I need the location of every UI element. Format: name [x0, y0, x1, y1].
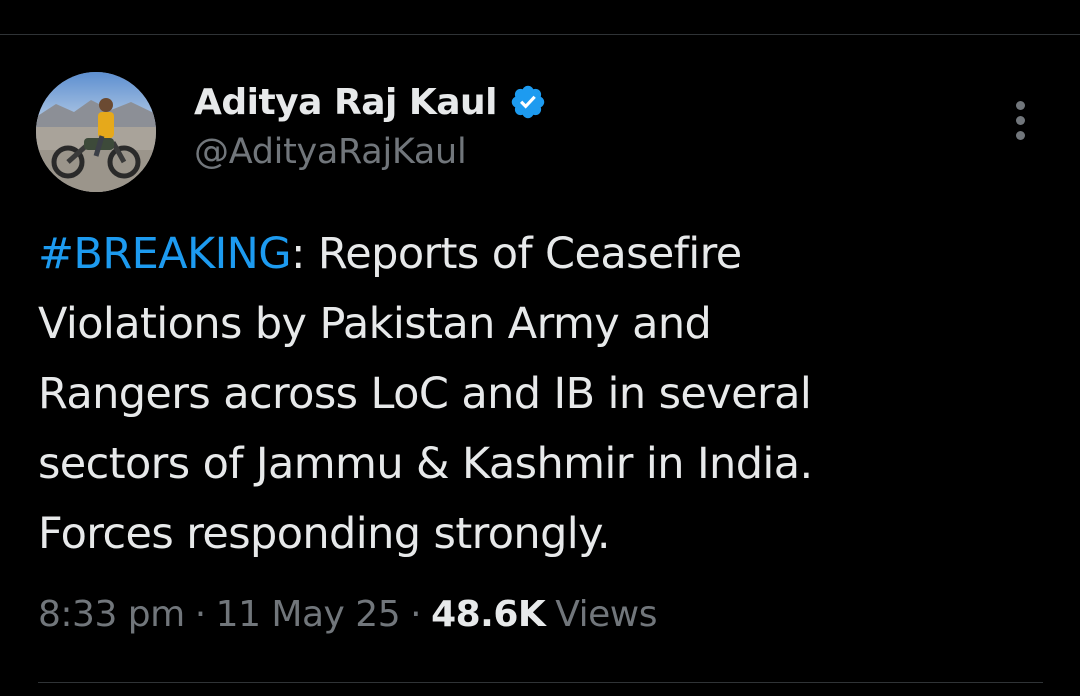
- tweet-text: #BREAKING: Reports of Ceasefire Violatio…: [38, 219, 1048, 569]
- more-options-button[interactable]: [1004, 96, 1036, 144]
- top-divider: [0, 34, 1080, 35]
- more-vertical-icon: [1015, 100, 1025, 110]
- tweet-line: Violations by Pakistan Army and: [38, 299, 712, 349]
- avatar-photo-icon: [36, 72, 156, 192]
- author-name-row: Aditya Raj Kaul: [194, 74, 547, 130]
- tweet-time[interactable]: 8:33 pm: [38, 594, 185, 635]
- bottom-divider: [38, 682, 1043, 683]
- tweet-line: sectors of Jammu & Kashmir in India.: [38, 439, 813, 489]
- tweet-date[interactable]: 11 May 25: [216, 594, 401, 635]
- avatar[interactable]: [36, 72, 156, 192]
- hashtag-link[interactable]: #BREAKING: [38, 229, 292, 279]
- tweet-line: #BREAKING: Reports of Ceasefire: [38, 219, 1048, 289]
- verified-badge-icon[interactable]: [509, 83, 547, 121]
- views-count[interactable]: 48.6K: [431, 594, 546, 635]
- tweet-line: Forces responding strongly.: [38, 509, 611, 559]
- tweet-meta: 8:33 pm · 11 May 25 · 48.6K Views: [38, 588, 657, 640]
- author-display-name[interactable]: Aditya Raj Kaul: [194, 82, 498, 123]
- tweet-line-text: : Reports of Ceasefire: [290, 229, 742, 279]
- author-handle[interactable]: @AdityaRajKaul: [194, 132, 467, 172]
- meta-separator: ·: [194, 593, 206, 635]
- more-vertical-icon-dot: [1015, 115, 1025, 125]
- meta-separator: ·: [410, 593, 422, 635]
- tweet-line: Rangers across LoC and IB in several: [38, 369, 812, 419]
- more-vertical-icon-dot: [1015, 130, 1025, 140]
- views-label[interactable]: Views: [555, 594, 657, 635]
